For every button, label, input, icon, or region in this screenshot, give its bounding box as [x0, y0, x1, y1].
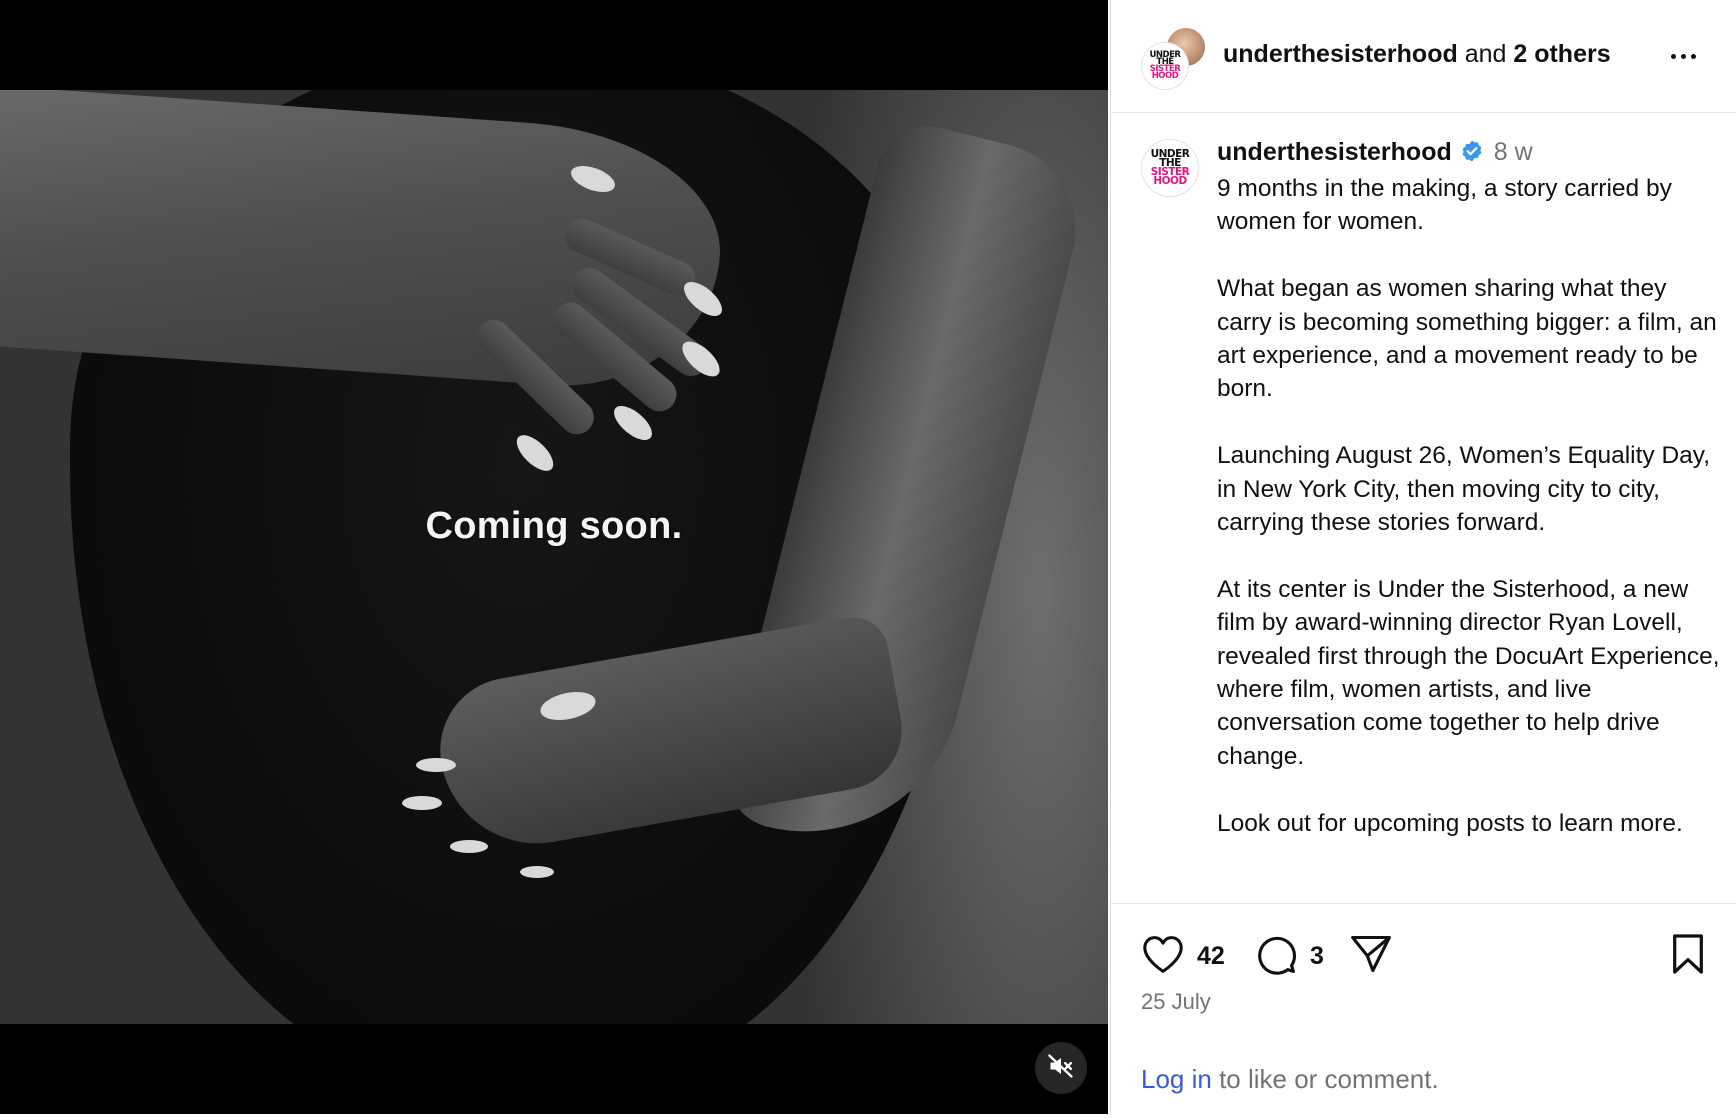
actions-row: 42 3	[1141, 932, 1707, 980]
caption-body: underthesisterhood 8 w 9 months in the m…	[1217, 135, 1727, 840]
video-nail	[520, 866, 554, 878]
header-others-link[interactable]: 2 others	[1513, 40, 1610, 68]
more-dots-icon	[1690, 53, 1696, 59]
collab-avatars[interactable]: UNDER THE SISTER HOOD	[1141, 26, 1207, 90]
like-count[interactable]: 42	[1197, 942, 1225, 971]
avatar-logo-line: HOOD	[1153, 174, 1187, 187]
video-nail	[450, 840, 488, 853]
video-nail	[416, 758, 456, 772]
video-nail	[402, 796, 442, 810]
login-prompt: Log in to like or comment.	[1141, 1064, 1439, 1095]
caption-avatar[interactable]: UNDER THE SISTER HOOD	[1141, 139, 1199, 197]
comment-button[interactable]: 3	[1254, 932, 1324, 980]
verified-badge-icon	[1460, 138, 1484, 172]
caption-text: 9 months in the making, a story carried …	[1217, 172, 1727, 840]
caption-username-link[interactable]: underthesisterhood	[1217, 138, 1452, 166]
post-header-title: underthesisterhood and 2 others	[1223, 40, 1611, 69]
bookmark-icon	[1669, 933, 1707, 980]
video-frame[interactable]	[0, 90, 1108, 1024]
save-button[interactable]	[1669, 932, 1707, 980]
login-link[interactable]: Log in	[1141, 1064, 1212, 1094]
caption-timestamp[interactable]: 8 w	[1494, 138, 1533, 166]
mute-toggle-button[interactable]	[1035, 1042, 1087, 1094]
comment-bubble-icon	[1254, 932, 1298, 981]
caption-paragraph: Launching August 26, Women’s Equality Da…	[1217, 442, 1711, 537]
more-dots-icon	[1670, 53, 1676, 59]
caption-paragraph: Look out for upcoming posts to learn mor…	[1217, 809, 1683, 837]
caption-paragraph: At its center is Under the Sisterhood, a…	[1217, 575, 1720, 770]
header-username-link[interactable]: underthesisterhood	[1223, 40, 1458, 68]
account-avatar[interactable]: UNDER THE SISTER HOOD	[1141, 42, 1189, 90]
post-side-panel: UNDER THE SISTER HOOD underthesisterhood…	[1110, 0, 1736, 1114]
avatar-logo-line: HOOD	[1151, 71, 1179, 82]
paper-plane-icon	[1349, 932, 1393, 981]
more-options-button[interactable]	[1663, 44, 1703, 68]
share-button[interactable]	[1349, 932, 1393, 980]
heart-icon	[1141, 934, 1185, 979]
more-dots-icon	[1680, 53, 1686, 59]
post-actions-section: 42 3 25 July Log in to like or comment.	[1111, 903, 1736, 1114]
like-button[interactable]: 42	[1141, 932, 1225, 980]
caption-header: underthesisterhood 8 w	[1217, 135, 1727, 172]
video-overlay-text: Coming soon.	[425, 505, 683, 547]
comment-count[interactable]: 3	[1310, 942, 1324, 971]
post-header: UNDER THE SISTER HOOD underthesisterhood…	[1111, 0, 1736, 113]
header-connector: and	[1457, 40, 1514, 68]
login-prompt-text: to like or comment.	[1211, 1064, 1439, 1094]
post-date[interactable]: 25 July	[1141, 989, 1211, 1015]
caption-paragraph: What began as women sharing what they ca…	[1217, 275, 1717, 403]
caption-paragraph: 9 months in the making, a story carried …	[1217, 175, 1672, 236]
speaker-muted-icon	[1047, 1052, 1075, 1085]
post-media[interactable]: Coming soon.	[0, 0, 1108, 1114]
